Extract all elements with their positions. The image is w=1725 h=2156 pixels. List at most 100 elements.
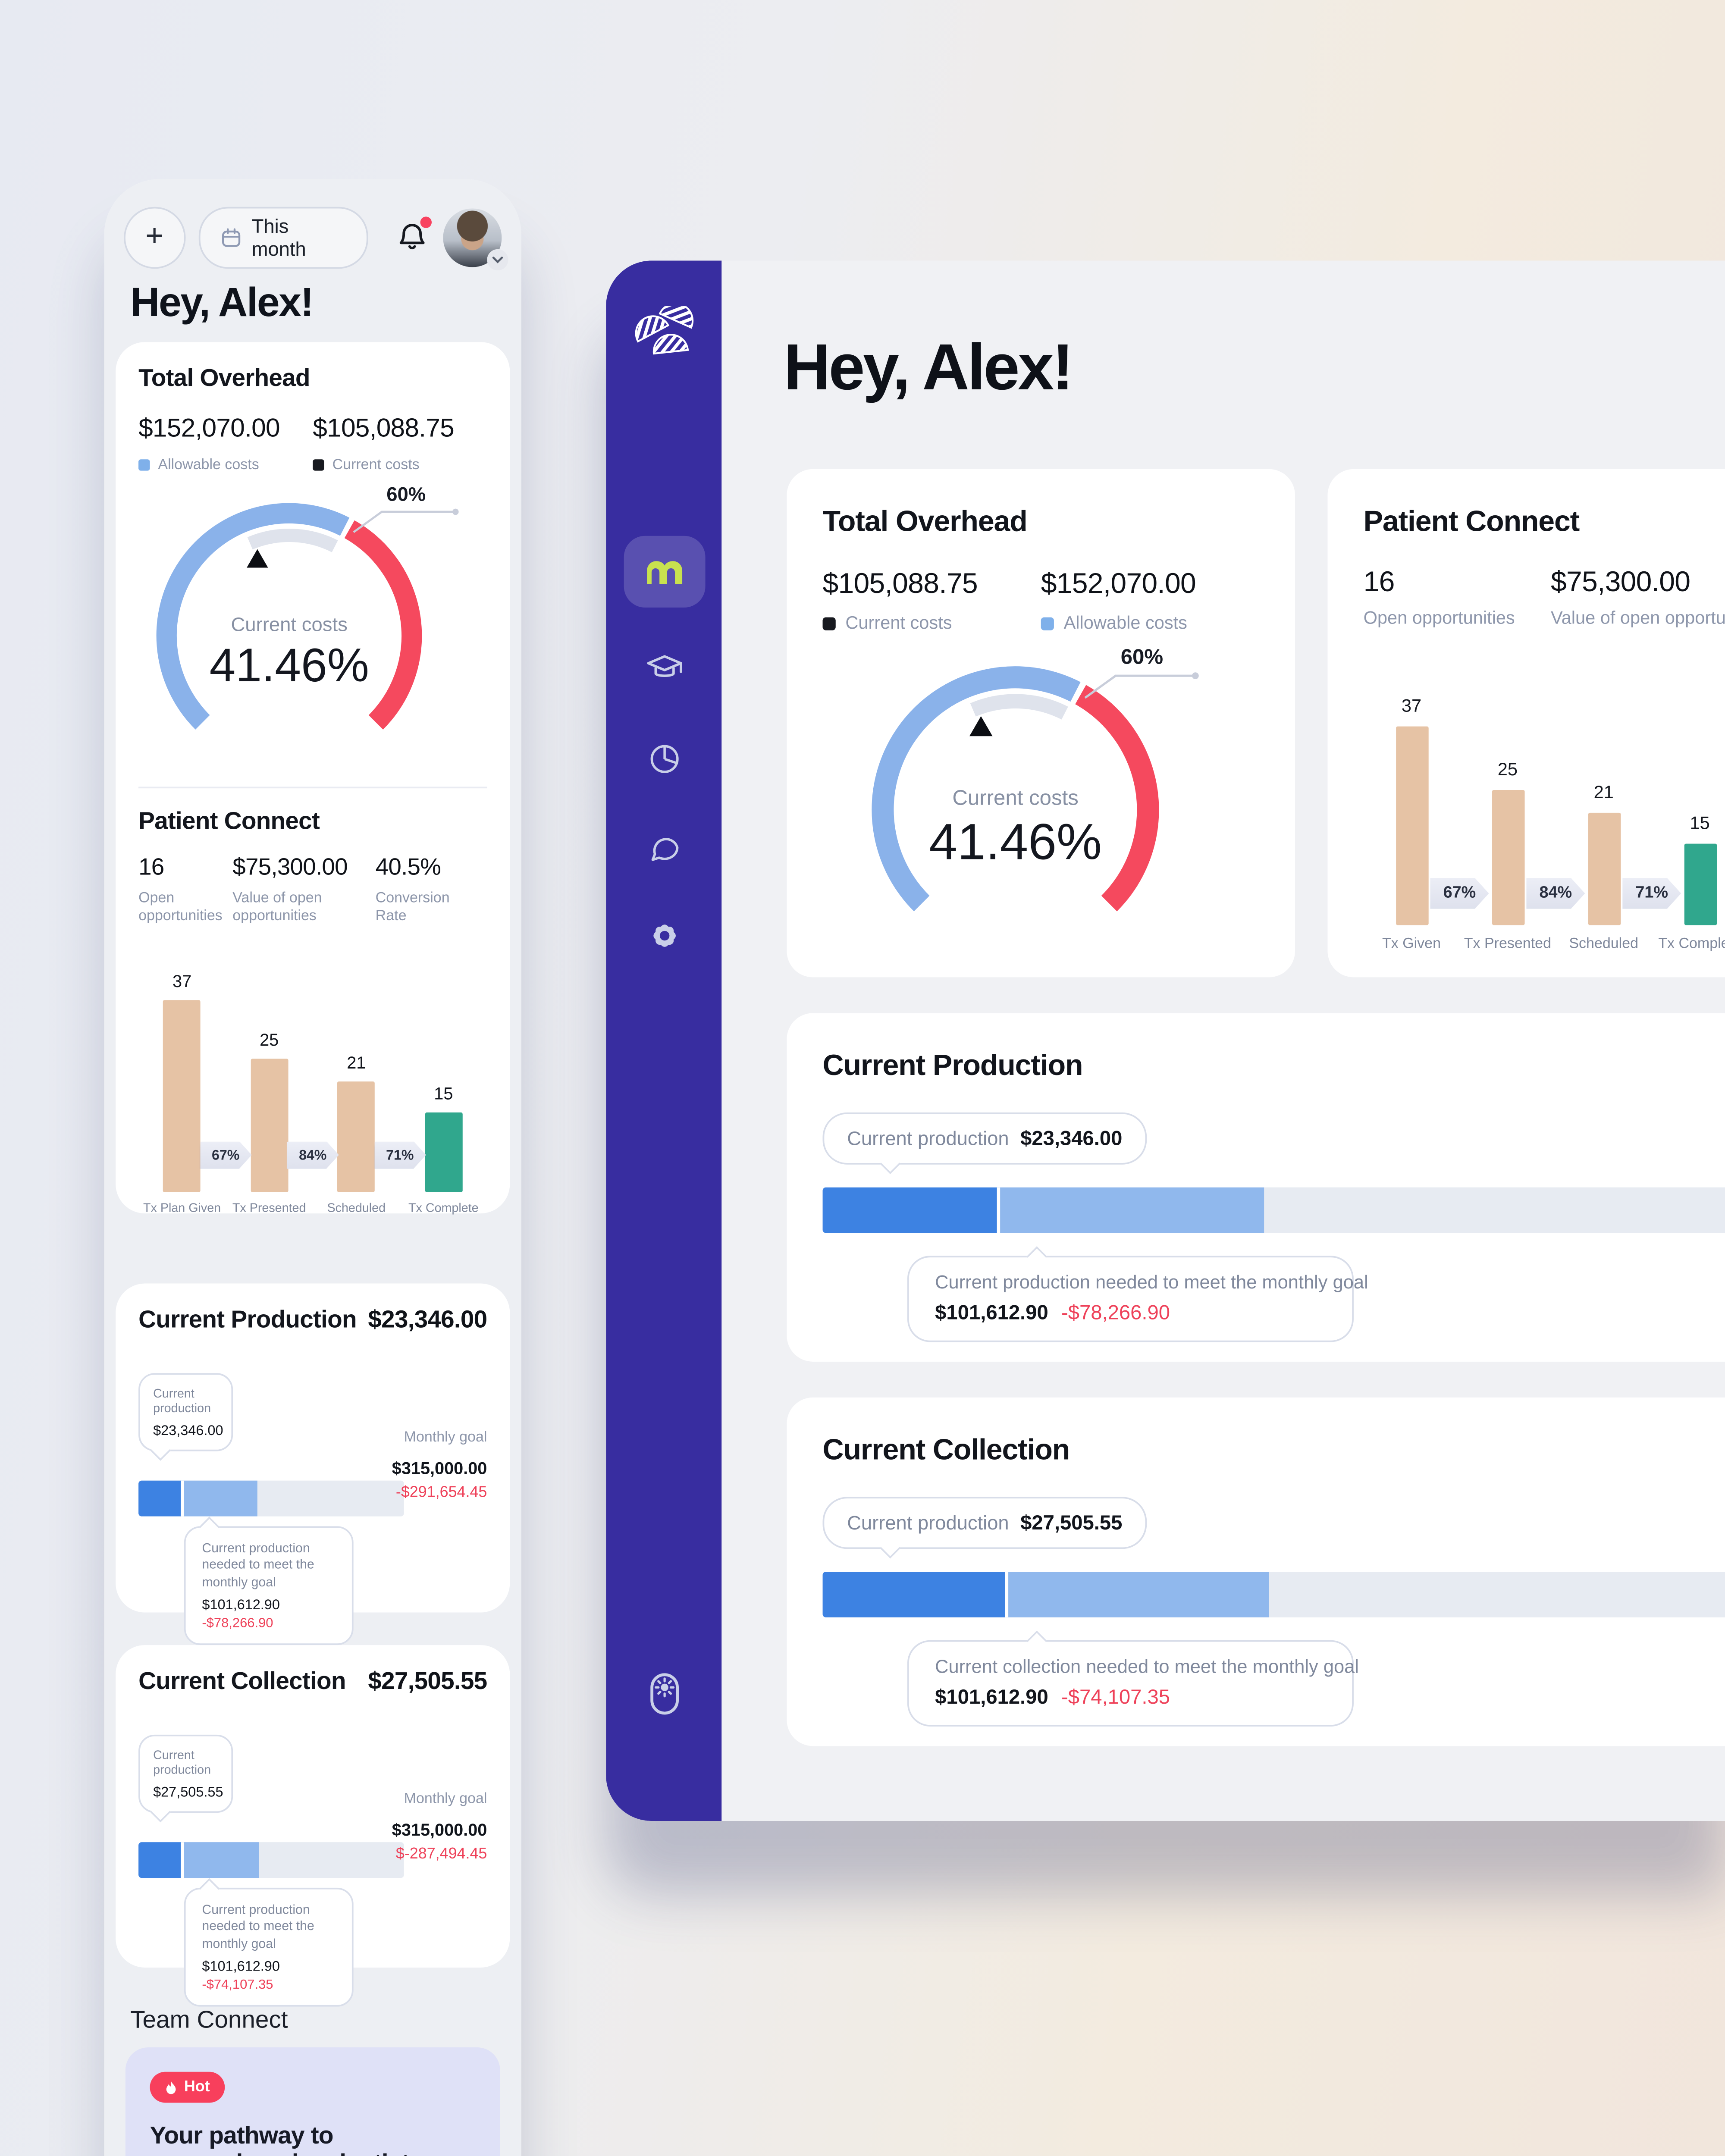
period-selector-button[interactable]: This month [198, 207, 369, 269]
stat-label: Open opportunities [1364, 609, 1551, 629]
tooltip-value: $23,346.00 [153, 1422, 218, 1438]
phone-header: + This month [124, 208, 502, 267]
funnel-bar [1491, 790, 1524, 925]
current-legend-swatch [313, 458, 324, 470]
period-label: This month [252, 215, 348, 261]
funnel-bar [338, 1081, 375, 1192]
tooltip-value: $101,612.90 [935, 1301, 1048, 1324]
team-connect-card[interactable]: Hot Your pathway to comprehensive dentis… [125, 2047, 500, 2156]
tooltip-delta: -$78,266.90 [1061, 1301, 1170, 1324]
stat-value: 16 [138, 855, 223, 881]
tooltip-label: Current collection needed to meet the mo… [935, 1658, 1326, 1677]
tooltip-delta: -$74,107.35 [1061, 1686, 1170, 1709]
notifications-button[interactable] [395, 220, 430, 256]
bar-label: Tx Plan Given [138, 1200, 226, 1214]
funnel-bar [425, 1112, 462, 1191]
bar-label: Scheduled [313, 1200, 400, 1214]
tooltip-label: Current production [153, 1748, 218, 1779]
tooltip-delta: -$74,107.35 [202, 1977, 336, 1992]
allowable-legend-label: Allowable costs [158, 456, 259, 473]
tooltip-value: $101,612.90 [202, 1596, 336, 1613]
brand-logo-icon [626, 306, 701, 368]
mouse-scroll-icon[interactable] [647, 1671, 680, 1717]
avatar[interactable] [444, 208, 502, 267]
bar-label: Tx Presented [226, 1200, 313, 1214]
production-amount: $23,346.00 [368, 1306, 487, 1334]
collection-progress-bar [138, 1842, 404, 1878]
bar-value: 37 [172, 972, 191, 991]
tooltip-value: $27,505.55 [1020, 1511, 1122, 1534]
gauge-center-label: Current costs [231, 613, 347, 635]
bar-value: 37 [1402, 697, 1421, 717]
tooltip-label: Current production [847, 1127, 1009, 1150]
production-card: Current Production $23,346.00 Current pr… [116, 1284, 510, 1613]
funnel-bar [251, 1058, 288, 1192]
allowable-costs-value: $152,070.00 [1041, 567, 1259, 601]
collection-needed-tooltip: Current production needed to meet the mo… [184, 1888, 354, 2007]
collection-card: Current Collection $27,505.55 Current pr… [116, 1645, 510, 1968]
bar-label: Tx Given [1364, 935, 1460, 951]
production-tooltip: Current production $23,346.00 [138, 1373, 233, 1451]
desktop-app: Hey, Alex! Total Overhead $105,088.75 Cu… [606, 260, 1725, 1821]
bar-value: 25 [260, 1030, 279, 1050]
add-button[interactable]: + [124, 207, 185, 269]
production-title: Current Production [138, 1306, 357, 1334]
bar-value: 21 [347, 1053, 366, 1072]
stat-value: $75,300.00 [1551, 565, 1725, 599]
tooltip-label: Current production needed to meet the mo… [935, 1274, 1326, 1293]
allowable-legend-label: Allowable costs [1064, 614, 1187, 633]
funnel-bar [1587, 813, 1620, 925]
gauge-center-value: 41.46% [929, 813, 1101, 870]
overhead-patient-card: Total Overhead $152,070.00 Allowable cos… [116, 342, 510, 1213]
patient-connect-title: Patient Connect [138, 808, 487, 836]
sidebar-item-settings[interactable] [645, 917, 683, 955]
stat-label: Conversion Rate [376, 889, 477, 924]
production-needed-tooltip: Current production needed to meet the mo… [184, 1526, 354, 1645]
sidebar-item-home-active[interactable] [623, 536, 705, 608]
stat-label: Value of open opportunities [232, 889, 366, 924]
production-progress-bar [138, 1481, 404, 1517]
hot-badge: Hot [150, 2072, 225, 2103]
current-legend-label: Current costs [332, 456, 420, 473]
stat-label: Value of open opportunities [1551, 609, 1725, 629]
sidebar-item-education[interactable] [644, 652, 684, 684]
collection-card: Current Collection Current production $2… [787, 1398, 1725, 1746]
overhead-title: Total Overhead [138, 365, 487, 392]
collection-tooltip: Current production $27,505.55 [823, 1497, 1147, 1549]
bar-label: Tx Complete [1652, 935, 1725, 951]
tooltip-value: $101,612.90 [935, 1686, 1048, 1709]
treatment-funnel-chart: 37 25 21 15 67% 84% 71% Tx Plan Given Tx… [138, 947, 487, 1221]
collection-needed-tooltip: Current collection needed to meet the mo… [907, 1640, 1354, 1727]
sidebar-item-reports[interactable] [646, 741, 682, 777]
hot-label: Hot [184, 2078, 210, 2096]
patient-connect-title: Patient Connect [1364, 505, 1725, 539]
overhead-card: Total Overhead $105,088.75 Current costs… [787, 469, 1295, 978]
team-card-heading: Your pathway to comprehensive dentistry [150, 2122, 476, 2156]
stat-value: 40.5% [376, 855, 477, 881]
gauge-threshold-label: 60% [386, 483, 426, 505]
stat-label: Open opportunities [138, 889, 223, 924]
current-costs-value: $105,088.75 [313, 415, 487, 445]
tooltip-label: Current production [847, 1511, 1009, 1534]
monthly-goal-value: $315,000.00 [392, 1821, 487, 1840]
gauge-threshold-label: 60% [1121, 645, 1163, 669]
gauge-center-label: Current costs [952, 786, 1078, 809]
funnel-bar [163, 1000, 201, 1192]
allowable-legend-swatch [1041, 617, 1054, 630]
tooltip-value: $27,505.55 [153, 1783, 218, 1800]
monthly-goal-label: Monthly goal [392, 1429, 487, 1445]
monthly-goal-label: Monthly goal [392, 1790, 487, 1806]
funnel-bar [1684, 844, 1716, 925]
chevron-down-icon [487, 249, 508, 270]
gauge-marker-icon [247, 549, 268, 568]
tooltip-label: Current production needed to meet the mo… [202, 1541, 336, 1592]
monthly-goal-delta: -$291,654.45 [392, 1484, 487, 1502]
production-tooltip: Current production $23,346.00 [823, 1112, 1147, 1165]
card-divider [138, 787, 487, 788]
tooltip-label: Current production [153, 1386, 218, 1417]
phone-mockup: + This month [104, 179, 521, 2156]
tooltip-value: $101,612.90 [202, 1958, 336, 1974]
sidebar-item-messages[interactable] [646, 830, 682, 866]
patient-connect-card: Patient Connect 16 Open opportunities $7… [1327, 469, 1725, 978]
current-legend-swatch [823, 617, 836, 630]
